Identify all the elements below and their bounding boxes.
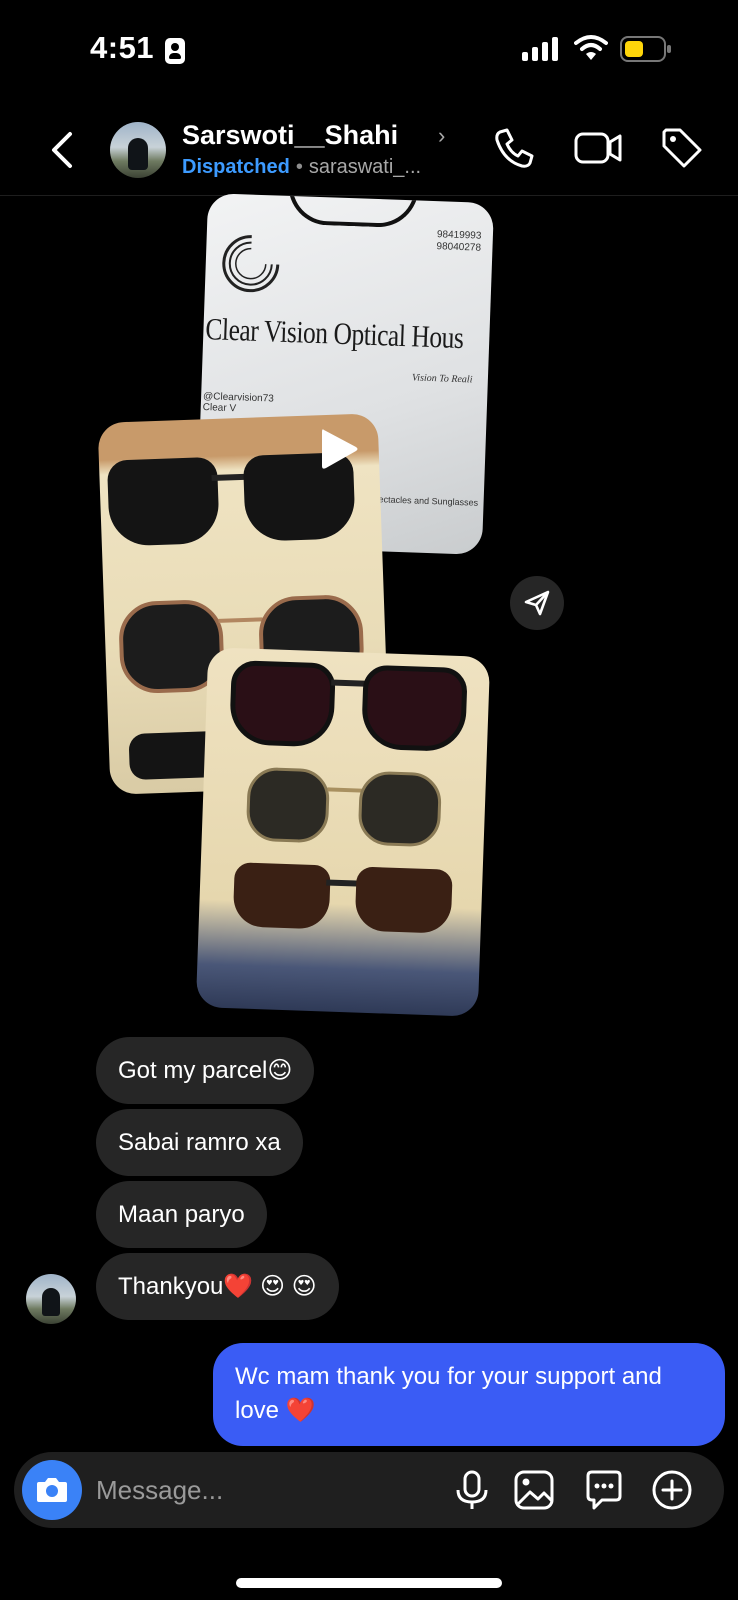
tag-icon[interactable] bbox=[660, 126, 704, 170]
bag-slogan-text: Vision To Reali bbox=[411, 372, 473, 386]
chevron-right-icon[interactable]: › bbox=[438, 123, 445, 149]
bag-handle bbox=[287, 193, 419, 229]
optical-logo-image bbox=[222, 235, 280, 293]
contact-subtitle[interactable]: Dispatched • saraswati_... bbox=[182, 156, 421, 179]
cellular-signal-icon bbox=[522, 37, 558, 61]
order-status-label: Dispatched bbox=[182, 156, 290, 178]
bag-phone-numbers: 98419993 98040278 bbox=[436, 229, 481, 255]
sunglasses-image bbox=[229, 660, 472, 758]
share-button[interactable] bbox=[510, 576, 564, 630]
camera-icon bbox=[37, 1478, 67, 1502]
contact-name[interactable]: Sarswoti__Shahi bbox=[182, 120, 398, 151]
play-icon[interactable] bbox=[318, 426, 360, 472]
sunglasses-image bbox=[232, 862, 454, 940]
incoming-message[interactable]: Thankyou❤️ 😍 😍 bbox=[96, 1253, 339, 1320]
contact-handle: saraswati_... bbox=[308, 156, 422, 178]
back-icon[interactable] bbox=[48, 130, 78, 170]
video-call-icon[interactable] bbox=[574, 128, 622, 168]
shared-photo-sunglasses-2[interactable] bbox=[195, 647, 491, 1017]
home-indicator[interactable] bbox=[236, 1578, 502, 1588]
wifi-icon bbox=[574, 35, 608, 60]
incoming-message[interactable]: Sabai ramro xa bbox=[96, 1109, 303, 1176]
sticker-icon[interactable] bbox=[582, 1468, 626, 1512]
chat-header: Sarswoti__Shahi › Dispatched • saraswati_.… bbox=[0, 110, 738, 196]
status-bar: 4:51 bbox=[0, 0, 738, 100]
message-input[interactable] bbox=[96, 1452, 426, 1528]
contact-avatar[interactable] bbox=[110, 122, 166, 178]
sunglasses-image bbox=[245, 766, 448, 854]
clock: 4:51 bbox=[90, 30, 155, 65]
bag-social-text: @Clearvision73 Clear V bbox=[203, 391, 274, 415]
gallery-icon[interactable] bbox=[512, 1468, 556, 1512]
battery-icon bbox=[620, 36, 671, 62]
bag-phone-2: 98040278 bbox=[436, 241, 482, 254]
outgoing-message[interactable]: Wc mam thank you for your support and lo… bbox=[213, 1343, 725, 1446]
microphone-icon[interactable] bbox=[450, 1468, 494, 1512]
call-icon[interactable] bbox=[492, 126, 536, 170]
camera-button[interactable] bbox=[22, 1460, 82, 1520]
separator-dot: • bbox=[295, 156, 303, 178]
focus-person-icon bbox=[165, 38, 185, 64]
message-composer bbox=[14, 1452, 724, 1528]
sender-avatar[interactable] bbox=[26, 1274, 76, 1324]
plus-icon[interactable] bbox=[650, 1468, 694, 1512]
bag-footer-text: Spectacles and Sunglasses bbox=[367, 493, 479, 508]
incoming-message[interactable]: Got my parcel😊 bbox=[96, 1037, 315, 1104]
bag-brand-text: Clear Vision Optical Hous bbox=[204, 311, 465, 356]
share-icon bbox=[524, 590, 550, 616]
incoming-message[interactable]: Maan paryo bbox=[96, 1181, 267, 1248]
